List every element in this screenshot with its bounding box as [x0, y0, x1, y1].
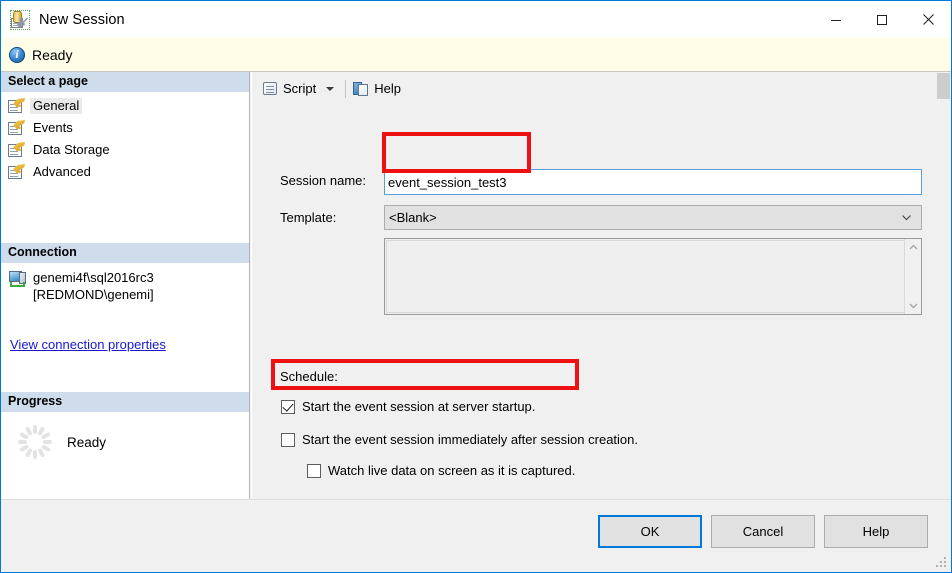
connection-header: Connection: [1, 243, 249, 263]
close-icon: [922, 14, 934, 25]
chevron-down-icon[interactable]: [908, 300, 919, 311]
help-label: Help: [374, 81, 401, 96]
page-scrollbar-track[interactable]: [937, 73, 950, 498]
progress-section: Progress Ready: [1, 392, 249, 460]
sidebar-item-label: Advanced: [33, 164, 91, 179]
ok-button[interactable]: OK: [598, 515, 702, 548]
template-description-box[interactable]: [384, 238, 922, 315]
chevron-down-icon: [902, 215, 911, 221]
sidebar: Select a page General Events Data Storag…: [1, 72, 250, 499]
checkbox-row-watch-live-data[interactable]: Watch live data on screen as it is captu…: [307, 463, 575, 478]
window-controls: [813, 1, 951, 38]
page-icon: [8, 164, 25, 180]
status-bar: Ready: [1, 38, 951, 72]
connection-body: genemi4f\sql2016rc3 [REDMOND\genemi] Vie…: [1, 263, 249, 352]
script-button[interactable]: Script: [259, 77, 319, 101]
sidebar-item-data-storage[interactable]: Data Storage: [1, 139, 249, 161]
toolbar-separator: [345, 79, 347, 98]
checkbox-label: Start the event session immediately afte…: [302, 432, 638, 447]
dialog-footer: OK Cancel Help: [1, 499, 951, 572]
view-connection-properties-link[interactable]: View connection properties: [10, 337, 166, 352]
session-icon: [10, 9, 30, 30]
progress-header: Progress: [1, 392, 249, 412]
toolbar: Script Help: [252, 72, 951, 105]
window-title: New Session: [39, 11, 125, 28]
maximize-icon: [877, 14, 887, 25]
maximize-button[interactable]: [859, 1, 905, 38]
script-icon: [262, 81, 279, 97]
connection-section: Connection genemi4f\sql2016rc3 [REDMOND\…: [1, 243, 249, 352]
cancel-button[interactable]: Cancel: [711, 515, 815, 548]
progress-body: Ready: [1, 412, 249, 460]
checkbox-watch-live-data[interactable]: [307, 463, 321, 478]
main-content: Script Help Session name: Template: <Bla…: [251, 72, 951, 499]
help-icon: [353, 81, 370, 97]
template-label: Template:: [280, 210, 337, 225]
page-list: General Events Data Storage Advanced: [1, 92, 249, 183]
chevron-down-icon[interactable]: [326, 86, 335, 91]
session-name-label: Session name:: [280, 173, 366, 188]
checkbox-label: Start the event session at server startu…: [302, 399, 536, 414]
checkbox-start-at-server-startup[interactable]: [281, 399, 295, 414]
description-scrollbar[interactable]: [904, 239, 921, 314]
connection-user: [REDMOND\genemi]: [33, 287, 154, 302]
new-session-dialog: New Session Ready: [0, 0, 952, 573]
page-icon: [8, 142, 25, 158]
page-icon: [8, 120, 25, 136]
sidebar-item-events[interactable]: Events: [1, 117, 249, 139]
checkbox-row-start-immediately[interactable]: Start the event session immediately afte…: [281, 432, 638, 447]
template-select[interactable]: <Blank>: [384, 205, 922, 230]
checkbox-start-immediately[interactable]: [281, 432, 295, 447]
page-icon: [8, 98, 25, 114]
sidebar-item-general[interactable]: General: [1, 95, 249, 117]
template-row: Template:: [280, 210, 336, 225]
spinner-icon: [17, 424, 53, 460]
resize-grip[interactable]: [936, 557, 948, 569]
session-name-input[interactable]: [384, 169, 922, 195]
server-icon: [9, 271, 27, 288]
help-button[interactable]: Help: [350, 77, 404, 101]
minimize-button[interactable]: [813, 1, 859, 38]
info-icon: [9, 46, 25, 63]
session-name-row: Session name:: [280, 173, 366, 188]
schedule-label: Schedule:: [280, 369, 338, 384]
close-button[interactable]: [905, 1, 951, 38]
template-description-text: [386, 240, 904, 313]
connection-server: genemi4f\sql2016rc3: [33, 270, 154, 285]
sidebar-item-label: Data Storage: [33, 142, 110, 157]
sidebar-item-advanced[interactable]: Advanced: [1, 161, 249, 183]
sidebar-item-label: Events: [33, 120, 73, 135]
page-scrollbar-thumb[interactable]: [937, 73, 950, 99]
template-value: <Blank>: [389, 210, 437, 225]
help-button-footer[interactable]: Help: [824, 515, 928, 548]
script-label: Script: [283, 81, 317, 96]
chevron-up-icon[interactable]: [908, 242, 919, 253]
connection-info: genemi4f\sql2016rc3 [REDMOND\genemi]: [33, 269, 154, 303]
minimize-icon: [831, 19, 841, 21]
status-text: Ready: [32, 46, 73, 63]
sidebar-item-label: General: [30, 98, 83, 114]
checkbox-label: Watch live data on screen as it is captu…: [328, 463, 576, 478]
select-a-page-header: Select a page: [1, 72, 249, 92]
schedule-row: Schedule:: [280, 369, 338, 384]
checkbox-row-server-startup[interactable]: Start the event session at server startu…: [281, 399, 535, 414]
progress-text: Ready: [67, 434, 107, 450]
title-bar: New Session: [1, 1, 951, 38]
